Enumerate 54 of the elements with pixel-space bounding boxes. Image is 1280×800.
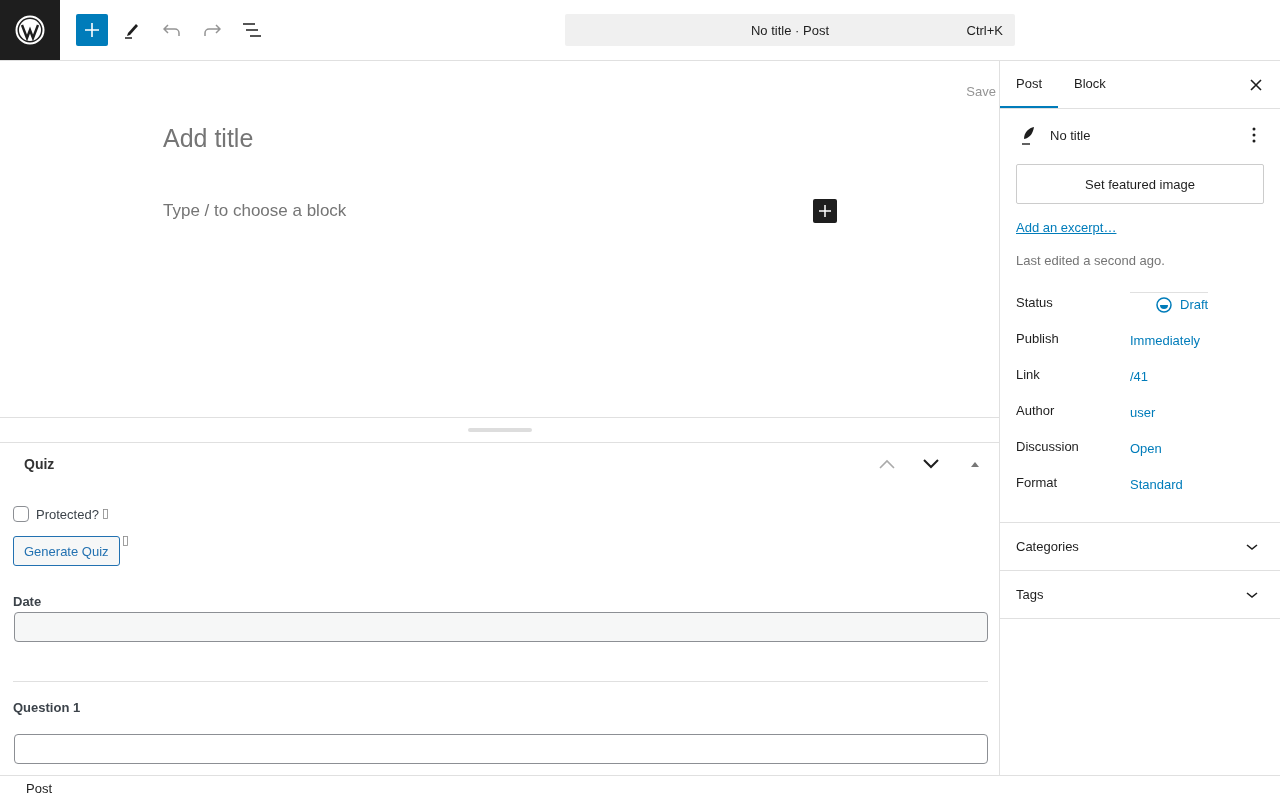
title-field[interactable]: Add title	[163, 124, 837, 153]
undo-icon	[163, 23, 181, 37]
pencil-icon	[124, 21, 140, 39]
property-value-link[interactable]: Standard	[1130, 476, 1183, 492]
protected-checkbox[interactable]	[13, 506, 29, 522]
add-excerpt-link[interactable]: Add an excerpt…	[1016, 220, 1117, 235]
missing-glyph-icon	[122, 536, 128, 546]
resize-handle[interactable]	[467, 428, 532, 432]
property-label: Link	[1016, 366, 1041, 382]
set-featured-image-button[interactable]: Set featured image	[1016, 164, 1264, 204]
close-icon	[1250, 78, 1262, 91]
property-value-link[interactable]: /41	[1130, 368, 1149, 384]
property-label: Status	[1016, 294, 1054, 310]
half-circle-icon	[1156, 296, 1172, 313]
last-edited-text: Last edited a second ago.	[1016, 253, 1166, 268]
feather-icon	[1020, 125, 1036, 145]
chevron-down-icon	[1246, 590, 1258, 599]
post-title: No title	[1050, 127, 1091, 143]
plus-icon	[85, 23, 99, 37]
protected-label: Protected?	[36, 506, 99, 522]
block-placeholder[interactable]: Type / to choose a block	[163, 201, 347, 221]
generate-quiz-button[interactable]: Generate Quiz	[13, 536, 120, 566]
question-field[interactable]	[14, 734, 988, 764]
date-label: Date	[13, 594, 43, 609]
triangle-up-icon	[970, 460, 980, 468]
property-label: Discussion	[1016, 438, 1080, 454]
logo-button[interactable]	[0, 0, 60, 60]
add-block-button[interactable]	[813, 199, 837, 223]
wordpress-logo-icon	[15, 15, 45, 45]
date-field[interactable]	[14, 612, 988, 642]
list-view-icon	[242, 23, 262, 37]
property-label: Format	[1016, 474, 1059, 490]
chevron-down-icon	[1246, 542, 1258, 551]
chevron-down-icon	[923, 459, 939, 469]
sidebar-panel-toggle[interactable]: Tags	[1000, 571, 1280, 619]
status-button[interactable]: Draft	[1130, 292, 1209, 316]
sidebar-tab[interactable]: Block	[1058, 61, 1122, 108]
property-value-link[interactable]: Immediately	[1130, 332, 1201, 348]
redo-icon	[203, 23, 221, 37]
question-label: Question 1	[13, 700, 82, 715]
chevron-up-icon	[879, 459, 895, 469]
vertical-dots-icon	[1252, 127, 1256, 143]
command-bar[interactable]: No title · Post Ctrl+K	[565, 14, 1015, 46]
sidebar-tab[interactable]: Post	[1000, 61, 1058, 108]
meta-box-title: Quiz	[24, 456, 56, 472]
plus-icon	[819, 205, 831, 217]
property-label: Publish	[1016, 330, 1060, 346]
breadcrumb[interactable]: Post	[26, 780, 52, 796]
save-label[interactable]: Save	[966, 84, 996, 99]
sidebar-panel-toggle[interactable]: Categories	[1000, 523, 1280, 571]
property-value-link[interactable]: Open	[1130, 440, 1162, 456]
missing-glyph-icon	[102, 509, 108, 519]
property-label: Author	[1016, 402, 1056, 418]
property-value-link[interactable]: user	[1130, 404, 1156, 420]
